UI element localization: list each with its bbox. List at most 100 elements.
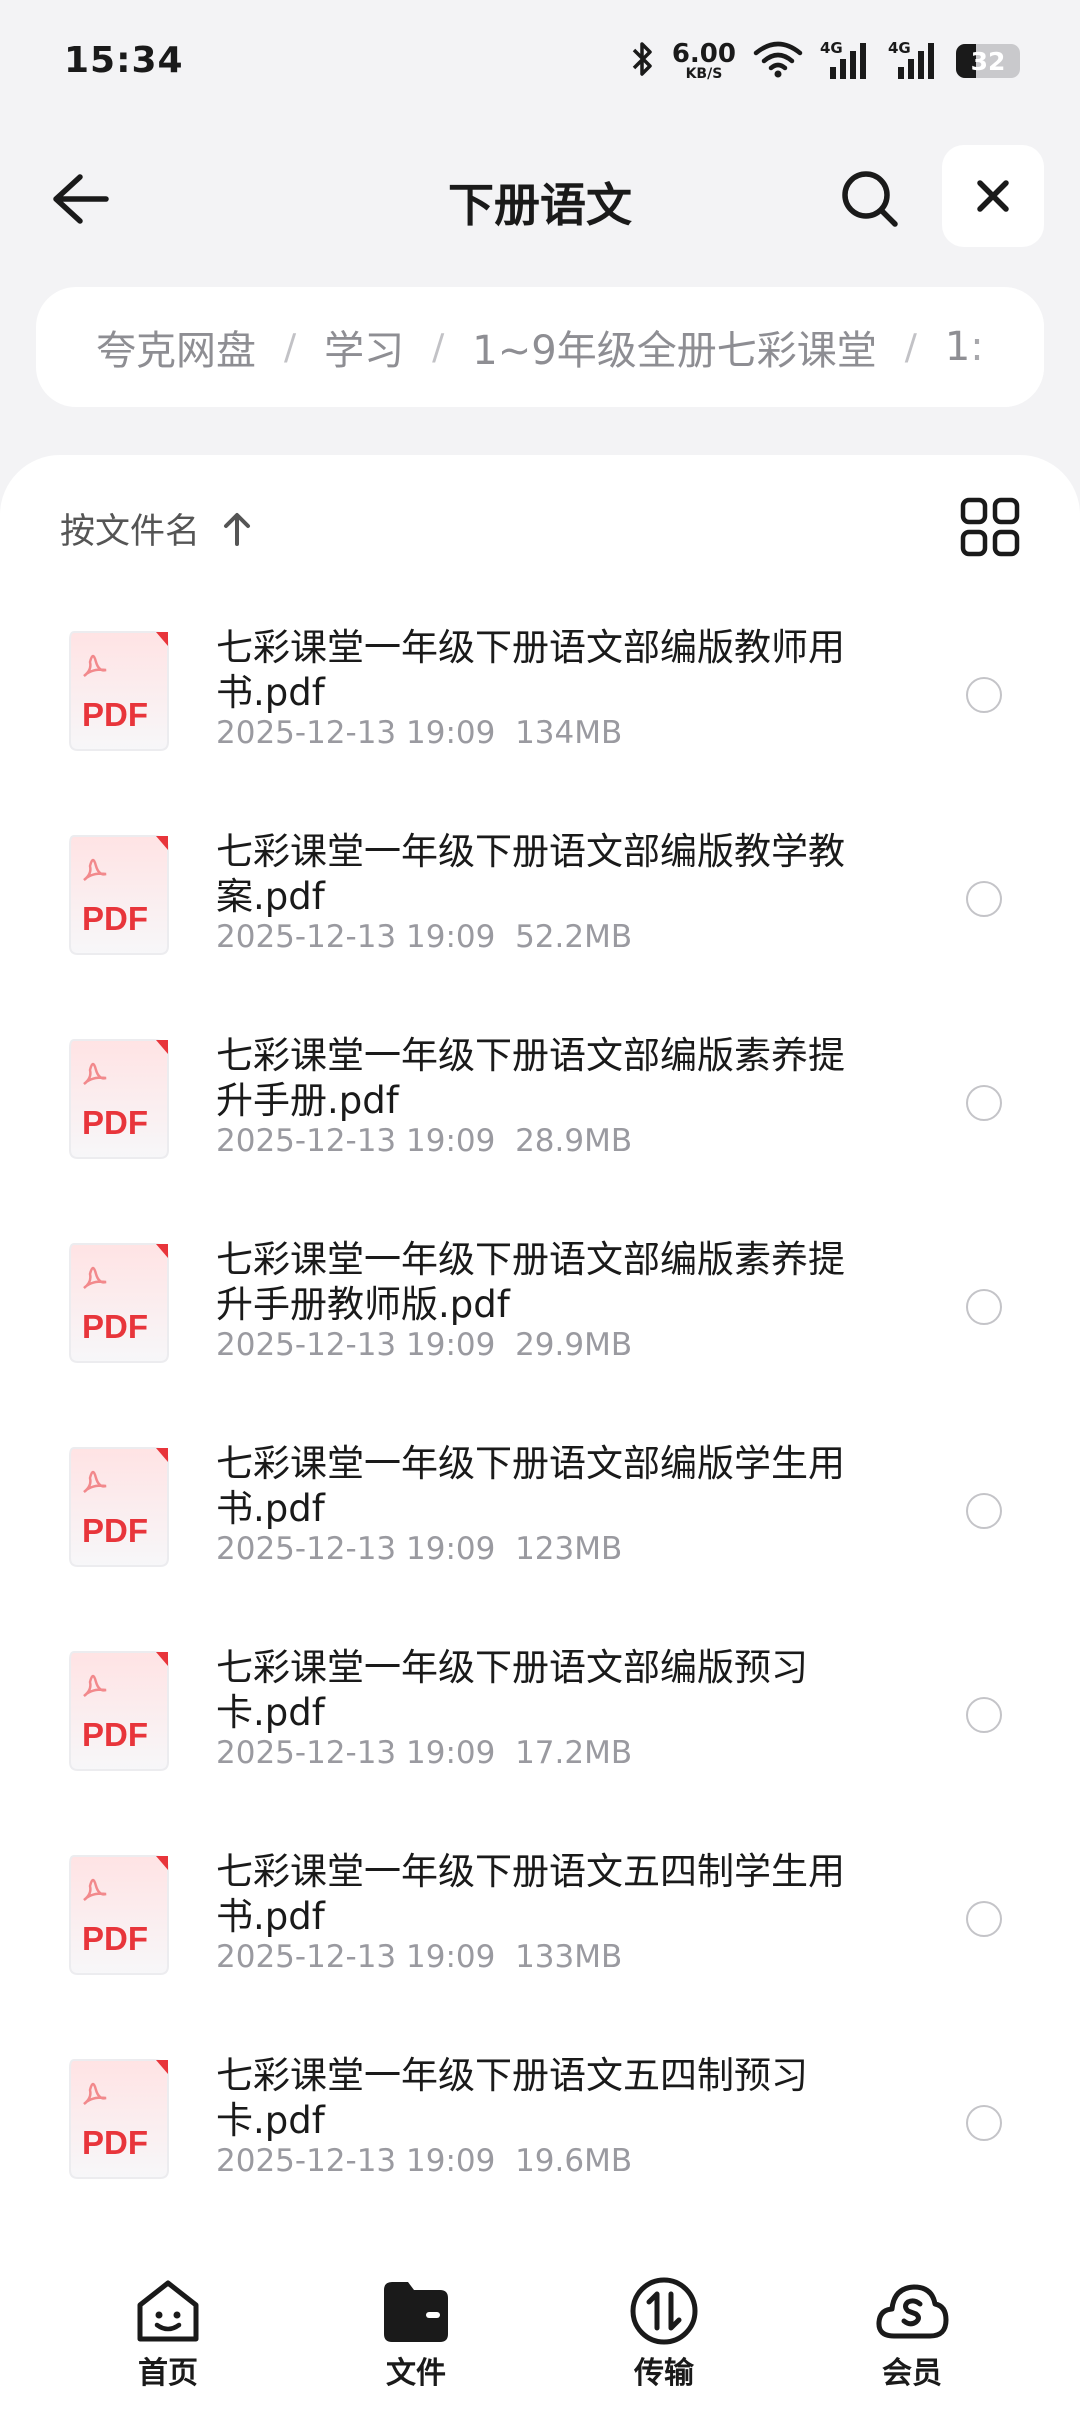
nav-files[interactable]: 文件: [336, 2276, 496, 2392]
svg-text:PDF: PDF: [82, 2124, 148, 2161]
select-checkbox[interactable]: [966, 677, 1002, 713]
file-size: 28.9MB: [515, 1123, 633, 1159]
file-name: 七彩课堂一年级下册语文部编版预习卡.pdf: [216, 1646, 808, 1734]
nav-member[interactable]: 会员: [832, 2276, 992, 2392]
file-row[interactable]: PDF 七彩课堂一年级下册语文部编版预习卡.pdf 2025-12-13 19:09…: [0, 1615, 1080, 1819]
file-size: 134MB: [515, 715, 623, 751]
file-meta: 2025-12-13 19:09 29.9MB: [216, 1327, 632, 1363]
file-meta: 2025-12-13 19:09 123MB: [216, 1531, 622, 1567]
svg-text:PDF: PDF: [82, 696, 148, 733]
grid-view-icon: [960, 497, 1020, 557]
file-name: 七彩课堂一年级下册语文部编版教学教案.pdf: [216, 830, 845, 918]
pdf-icon: PDF: [68, 1242, 170, 1364]
nav-files-label: 文件: [386, 2356, 446, 2391]
file-date: 2025-12-13 19:09: [216, 1939, 496, 1975]
breadcrumb-item-root[interactable]: 夸克网盘: [96, 318, 256, 376]
top-header: 下册语文: [0, 145, 1080, 249]
file-meta: 2025-12-13 19:09 134MB: [216, 715, 622, 751]
close-button[interactable]: [942, 145, 1044, 247]
status-time: 15:34: [64, 40, 184, 81]
close-icon: [977, 180, 1009, 212]
file-meta: 2025-12-13 19:09 52.2MB: [216, 919, 632, 955]
file-date: 2025-12-13 19:09: [216, 1531, 496, 1567]
svg-text:PDF: PDF: [82, 1308, 148, 1345]
file-date: 2025-12-13 19:09: [216, 1327, 496, 1363]
signal-icon-2: 4G: [888, 41, 940, 81]
sort-by-name-button[interactable]: 按文件名: [60, 503, 252, 554]
nav-transfer[interactable]: 传输: [584, 2276, 744, 2392]
pdf-icon: PDF: [68, 630, 170, 752]
pdf-icon: PDF: [68, 1854, 170, 1976]
status-icons: 6.00 KB/S 4G 4G 32: [630, 34, 1020, 88]
select-checkbox[interactable]: [966, 1289, 1002, 1325]
battery-icon: 32: [956, 44, 1020, 78]
svg-text:PDF: PDF: [82, 1920, 148, 1957]
file-meta: 2025-12-13 19:09 17.2MB: [216, 1735, 632, 1771]
bluetooth-icon: [630, 39, 656, 83]
pdf-icon: PDF: [68, 1038, 170, 1160]
file-row[interactable]: PDF 七彩课堂一年级下册语文五四制学生用书.pdf 2025-12-13 19:0…: [0, 1819, 1080, 2023]
nav-member-label: 会员: [882, 2356, 942, 2391]
signal-icon-1: 4G: [820, 41, 872, 81]
home-icon: [128, 2276, 208, 2346]
breadcrumb: 夸克网盘 / 学习 / 1~9年级全册七彩课堂 / 1:: [36, 287, 1044, 407]
select-checkbox[interactable]: [966, 1493, 1002, 1529]
pdf-icon: PDF: [68, 834, 170, 956]
file-name: 七彩课堂一年级下册语文部编版素养提升手册.pdf: [216, 1034, 845, 1122]
file-row[interactable]: PDF 七彩课堂一年级下册语文部编版教师用书.pdf 2025-12-13 19:0…: [0, 595, 1080, 799]
file-size: 52.2MB: [515, 919, 633, 955]
file-size: 133MB: [515, 1939, 623, 1975]
file-row[interactable]: PDF 七彩课堂一年级下册语文部编版教学教案.pdf 2025-12-13 19:0…: [0, 799, 1080, 1003]
file-name: 七彩课堂一年级下册语文部编版教师用书.pdf: [216, 626, 845, 714]
file-date: 2025-12-13 19:09: [216, 715, 496, 751]
select-checkbox[interactable]: [966, 881, 1002, 917]
file-name: 七彩课堂一年级下册语文五四制预习卡.pdf: [216, 2054, 808, 2142]
file-name: 七彩课堂一年级下册语文部编版学生用书.pdf: [216, 1442, 845, 1530]
member-icon: [872, 2276, 952, 2346]
pdf-icon: PDF: [68, 1650, 170, 1772]
arrow-up-icon: [224, 512, 251, 546]
file-size: 17.2MB: [515, 1735, 633, 1771]
pdf-icon: PDF: [68, 1446, 170, 1568]
file-date: 2025-12-13 19:09: [216, 2143, 496, 2179]
select-checkbox[interactable]: [966, 2105, 1002, 2141]
file-size: 19.6MB: [515, 2143, 633, 2179]
nav-transfer-label: 传输: [634, 2356, 694, 2391]
file-name: 七彩课堂一年级下册语文部编版素养提升手册教师版.pdf: [216, 1238, 845, 1326]
file-browser-screen: 15:34 6.00 KB/S 4G 4G 32 下册语文 夸克网盘 / 学习 …: [0, 0, 1080, 2412]
svg-text:PDF: PDF: [82, 1512, 148, 1549]
file-row[interactable]: PDF 七彩课堂一年级下册语文部编版素养提升手册教师版.pdf 2025-12-13…: [0, 1207, 1080, 1411]
file-row[interactable]: PDF 七彩课堂一年级下册语文五四制预习卡.pdf 2025-12-13 19:09…: [0, 2023, 1080, 2227]
sort-toolbar: 按文件名: [0, 455, 1080, 595]
file-size: 29.9MB: [515, 1327, 633, 1363]
file-list: PDF 七彩课堂一年级下册语文部编版教师用书.pdf 2025-12-13 19:0…: [0, 595, 1080, 2227]
network-speed: 6.00 KB/S: [671, 39, 736, 82]
svg-text:PDF: PDF: [82, 1716, 148, 1753]
breadcrumb-separator: /: [284, 326, 297, 368]
file-meta: 2025-12-13 19:09 133MB: [216, 1939, 622, 1975]
bottom-nav: 首页 文件 传输 会员: [0, 2250, 1080, 2412]
nav-home[interactable]: 首页: [88, 2276, 248, 2392]
file-sheet: 按文件名 PDF 七彩课堂一年级下册语文部编版教师用书.pdf 2025-12-13…: [0, 455, 1080, 2412]
breadcrumb-item-grade-collection[interactable]: 1~9年级全册七彩课堂: [472, 318, 876, 376]
status-bar: 15:34 6.00 KB/S 4G 4G 32: [0, 0, 1080, 120]
file-meta: 2025-12-13 19:09 28.9MB: [216, 1123, 632, 1159]
transfer-icon: [624, 2276, 704, 2346]
breadcrumb-item-study[interactable]: 学习: [324, 318, 404, 376]
file-row[interactable]: PDF 七彩课堂一年级下册语文部编版素养提升手册.pdf 2025-12-13 19…: [0, 1003, 1080, 1207]
file-row[interactable]: PDF 七彩课堂一年级下册语文部编版学生用书.pdf 2025-12-13 19:0…: [0, 1411, 1080, 1615]
file-size: 123MB: [515, 1531, 623, 1567]
folder-icon: [376, 2276, 456, 2346]
page-title: 下册语文: [448, 178, 632, 232]
grid-view-button[interactable]: [958, 495, 1022, 559]
breadcrumb-separator: /: [904, 326, 917, 368]
select-checkbox[interactable]: [966, 1085, 1002, 1121]
breadcrumb-separator: /: [432, 326, 445, 368]
select-checkbox[interactable]: [966, 1697, 1002, 1733]
select-checkbox[interactable]: [966, 1901, 1002, 1937]
search-button[interactable]: [830, 159, 910, 239]
pdf-icon: PDF: [68, 2058, 170, 2180]
wifi-icon: [752, 39, 804, 83]
file-date: 2025-12-13 19:09: [216, 1735, 496, 1771]
svg-text:PDF: PDF: [82, 1104, 148, 1141]
